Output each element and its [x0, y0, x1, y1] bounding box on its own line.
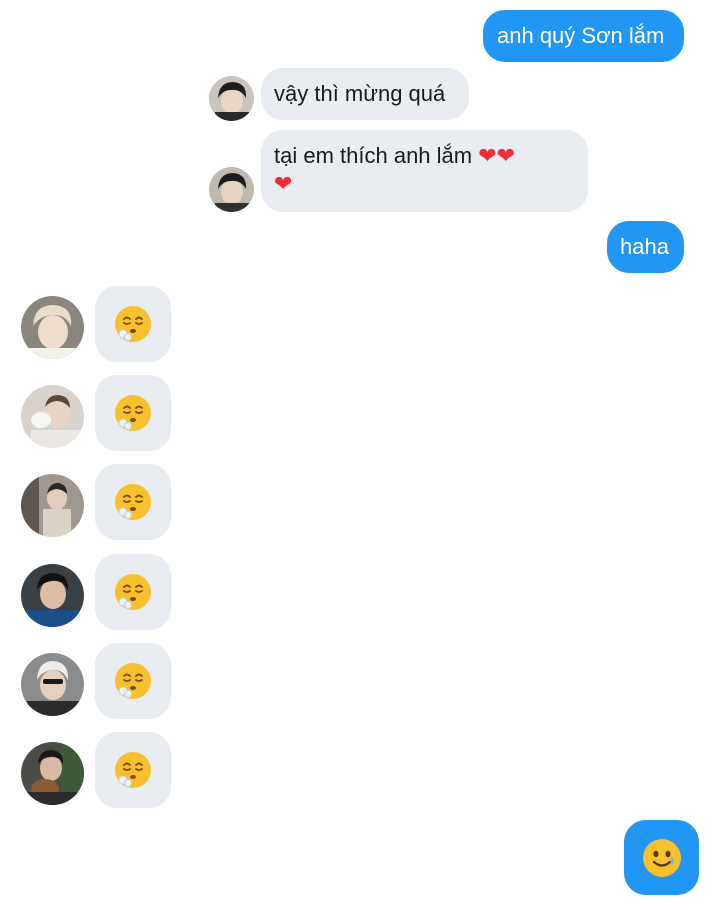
participant-avatar[interactable] [21, 296, 84, 359]
contact-avatar[interactable] [209, 167, 254, 212]
reaction-bubble[interactable] [95, 554, 171, 630]
reaction-bubble[interactable] [95, 375, 171, 451]
relieved-exhale-face-icon [115, 752, 151, 788]
incoming-message[interactable]: vậy thì mừng quá [261, 68, 469, 120]
contact-avatar[interactable] [209, 76, 254, 121]
message-text: vậy thì mừng quá [274, 81, 446, 106]
heart-emoji: ❤❤ [478, 143, 516, 168]
smiling-face-with-tear-icon [642, 838, 681, 877]
message-text: haha [620, 234, 669, 259]
reaction-bubble[interactable] [95, 643, 171, 719]
incoming-message[interactable]: tại em thích anh lắm ❤❤ ❤ [261, 130, 588, 212]
participant-avatar[interactable] [21, 385, 84, 448]
chat-thread: anh quý Sơn lắm vậy thì mừng quá tại em … [0, 0, 720, 913]
relieved-exhale-face-icon [115, 484, 151, 520]
participant-avatar[interactable] [21, 474, 84, 537]
outgoing-emoji-message[interactable] [624, 820, 699, 895]
outgoing-message[interactable]: anh quý Sơn lắm [483, 10, 684, 62]
relieved-exhale-face-icon [115, 306, 151, 342]
participant-avatar[interactable] [21, 564, 84, 627]
relieved-exhale-face-icon [115, 395, 151, 431]
reaction-bubble[interactable] [95, 732, 171, 808]
message-text: tại em thích anh lắm ❤❤ [274, 143, 516, 168]
participant-avatar[interactable] [21, 742, 84, 805]
reaction-bubble[interactable] [95, 464, 171, 540]
outgoing-message[interactable]: haha [607, 221, 684, 273]
relieved-exhale-face-icon [115, 663, 151, 699]
reaction-bubble[interactable] [95, 286, 171, 362]
relieved-exhale-face-icon [115, 574, 151, 610]
message-text: anh quý Sơn lắm [497, 23, 665, 48]
heart-emoji: ❤ [274, 171, 293, 196]
participant-avatar[interactable] [21, 653, 84, 716]
